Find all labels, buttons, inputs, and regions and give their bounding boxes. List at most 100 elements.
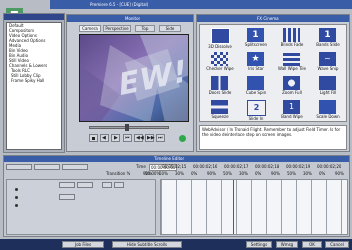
effect-tile[interactable]: ★ Iris Star [240, 52, 272, 74]
effect-label: Doors Slide [208, 90, 232, 95]
wmsg-button[interactable]: Wmsg [276, 241, 298, 248]
timeline-tool-button[interactable] [6, 164, 32, 170]
description-text: WebAdvisor / In Tronaid Flight. Remember… [202, 127, 341, 137]
effect-tile[interactable]: Wall Wipe Tile [276, 52, 308, 74]
effect-tile[interactable]: ~ Wave Snip [312, 52, 344, 74]
percent-tick: 30% [239, 171, 248, 176]
window-title: Premiere 6.5 - [CUE] (Digital) [90, 2, 149, 7]
effect-tile[interactable]: Scale Down [312, 100, 344, 122]
effects-grid: 3D Dissolve 1 Splitscreen Blinds Fade 1 … [199, 24, 347, 122]
video-preview: EW! [79, 34, 189, 122]
window-title-bar: Premiere 6.5 - [CUE] (Digital) [50, 0, 352, 9]
percent-tick: 50% [159, 171, 168, 176]
scale-icon [319, 100, 336, 114]
back-frame-button[interactable]: ◀◀ [134, 134, 144, 142]
ok-button[interactable]: OK [302, 241, 322, 248]
effect-tile[interactable]: 1 Bands Slide [312, 28, 344, 50]
keyframe-dot[interactable] [15, 196, 18, 199]
effect-label: Zoom Full [282, 90, 302, 95]
timeline-tool-button[interactable] [62, 164, 88, 170]
effect-label: Slide In [248, 116, 264, 121]
tab-top[interactable]: Top [135, 25, 155, 32]
ruler-tick: 00:00:02;17 [224, 164, 249, 169]
tab-camera[interactable]: Camera [79, 25, 101, 32]
track-button[interactable] [59, 182, 75, 188]
effect-tile[interactable]: 1 Band Wipe [276, 100, 308, 122]
fast-forward-button[interactable]: ⏭ [156, 134, 165, 142]
tab-perspective[interactable]: Perspective [103, 25, 131, 32]
effect-tile[interactable]: 2 Slide In [240, 100, 272, 122]
effect-label: Checker Wipe [206, 66, 234, 71]
monitor-panel: Monitor Camera Perspective Top Side EW! [66, 14, 194, 152]
effect-tile[interactable]: 1 Splitscreen [240, 28, 272, 50]
job-files-button[interactable]: Job Files [62, 241, 104, 248]
timeline-ruler: 00:00:02;15 00:00:02;16 00:00:02;17 00:0… [162, 164, 348, 170]
transition-label: Transition % [106, 171, 131, 176]
scrub-handle[interactable] [125, 124, 129, 131]
wall-icon [283, 52, 300, 66]
preview-status-icon[interactable] [179, 135, 186, 142]
hide-subtitle-scrolls-button[interactable]: Hide Subtitle Scrolls [112, 241, 182, 248]
settings-button[interactable]: Settings [246, 241, 272, 248]
effect-label: Band Wipe [281, 114, 303, 119]
cube-icon [247, 76, 264, 90]
effect-label: Squeeze [211, 114, 229, 119]
bands-icon: 1 [319, 28, 336, 42]
keyframe-dot[interactable] [15, 188, 18, 191]
track-button[interactable] [114, 182, 124, 188]
play-icon: ▶ [114, 135, 118, 141]
project-panel: Default Compositors Video Options Advanc… [3, 13, 65, 153]
playhead[interactable] [233, 180, 234, 234]
time-label: Time [136, 164, 146, 169]
effect-tile[interactable]: 3D Dissolve [204, 28, 236, 50]
status-bar: Job Files Hide Subtitle Scrolls Settings… [0, 239, 352, 250]
percent-row: 90% 50% 30% 0% 90% 50% 30% 0% 90% 50% 30… [143, 171, 348, 177]
effect-tile[interactable]: Checker Wipe [204, 52, 236, 74]
forward-frame-button[interactable]: ▶▶ [145, 134, 155, 142]
scrub-bar[interactable] [89, 126, 169, 129]
effect-tile[interactable]: Light Fill [312, 76, 344, 98]
rewind-button[interactable]: ⏮ [123, 134, 132, 142]
effect-label: Blinds Fade [280, 42, 304, 47]
percent-tick: 0% [191, 171, 198, 176]
wave-icon: ~ [319, 52, 336, 66]
percent-tick: 30% [175, 171, 184, 176]
effect-tile[interactable]: Blinds Fade [276, 28, 308, 50]
percent-tick: 50% [223, 171, 232, 176]
ruler-tick: 00:00:02;18 [255, 164, 280, 169]
blinds-icon [283, 28, 300, 42]
track-button[interactable] [77, 182, 93, 188]
effect-tile[interactable]: Cube Spin [240, 76, 272, 98]
track-button[interactable] [102, 182, 112, 188]
keyframe-dot[interactable] [15, 204, 18, 207]
play-button[interactable]: ▶ [111, 134, 120, 142]
slide-icon: 2 [247, 100, 266, 116]
timeline-tracks[interactable] [160, 179, 348, 235]
percent-tick: 0% [255, 171, 262, 176]
ruler-tick: 00:00:02;20 [317, 164, 342, 169]
effect-label: Wall Wipe Tile [278, 66, 306, 71]
effect-label: Splitscreen [244, 42, 268, 47]
star-icon: ★ [247, 52, 264, 66]
timeline-tool-button[interactable] [34, 164, 60, 170]
effect-tile[interactable]: Zoom Full [276, 76, 308, 98]
effect-tile[interactable]: Doors Slide [204, 76, 236, 98]
track-controls [6, 179, 156, 235]
cancel-button[interactable]: Cancel [325, 241, 349, 248]
effect-label: Scale Down [316, 114, 340, 119]
effect-tile[interactable]: Squeeze [204, 100, 236, 122]
list-item[interactable]: Frame Spiky Hall [7, 78, 61, 83]
tab-side[interactable]: Side [159, 25, 181, 32]
squeeze-icon [211, 100, 228, 114]
step-back-button[interactable]: ◀ [100, 134, 109, 142]
ruler-tick: 00:00:02;15 [162, 164, 187, 169]
door-icon [211, 76, 228, 90]
back-frame-icon: ◀◀ [136, 135, 144, 141]
dissolve-icon [211, 28, 230, 44]
track-button[interactable] [59, 194, 75, 200]
rewind-icon: ⏮ [125, 135, 130, 141]
percent-tick: 90% [335, 171, 344, 176]
timeline-title: Timeline Editor [154, 156, 185, 161]
stop-button[interactable] [89, 134, 98, 142]
checker-icon [211, 52, 228, 66]
